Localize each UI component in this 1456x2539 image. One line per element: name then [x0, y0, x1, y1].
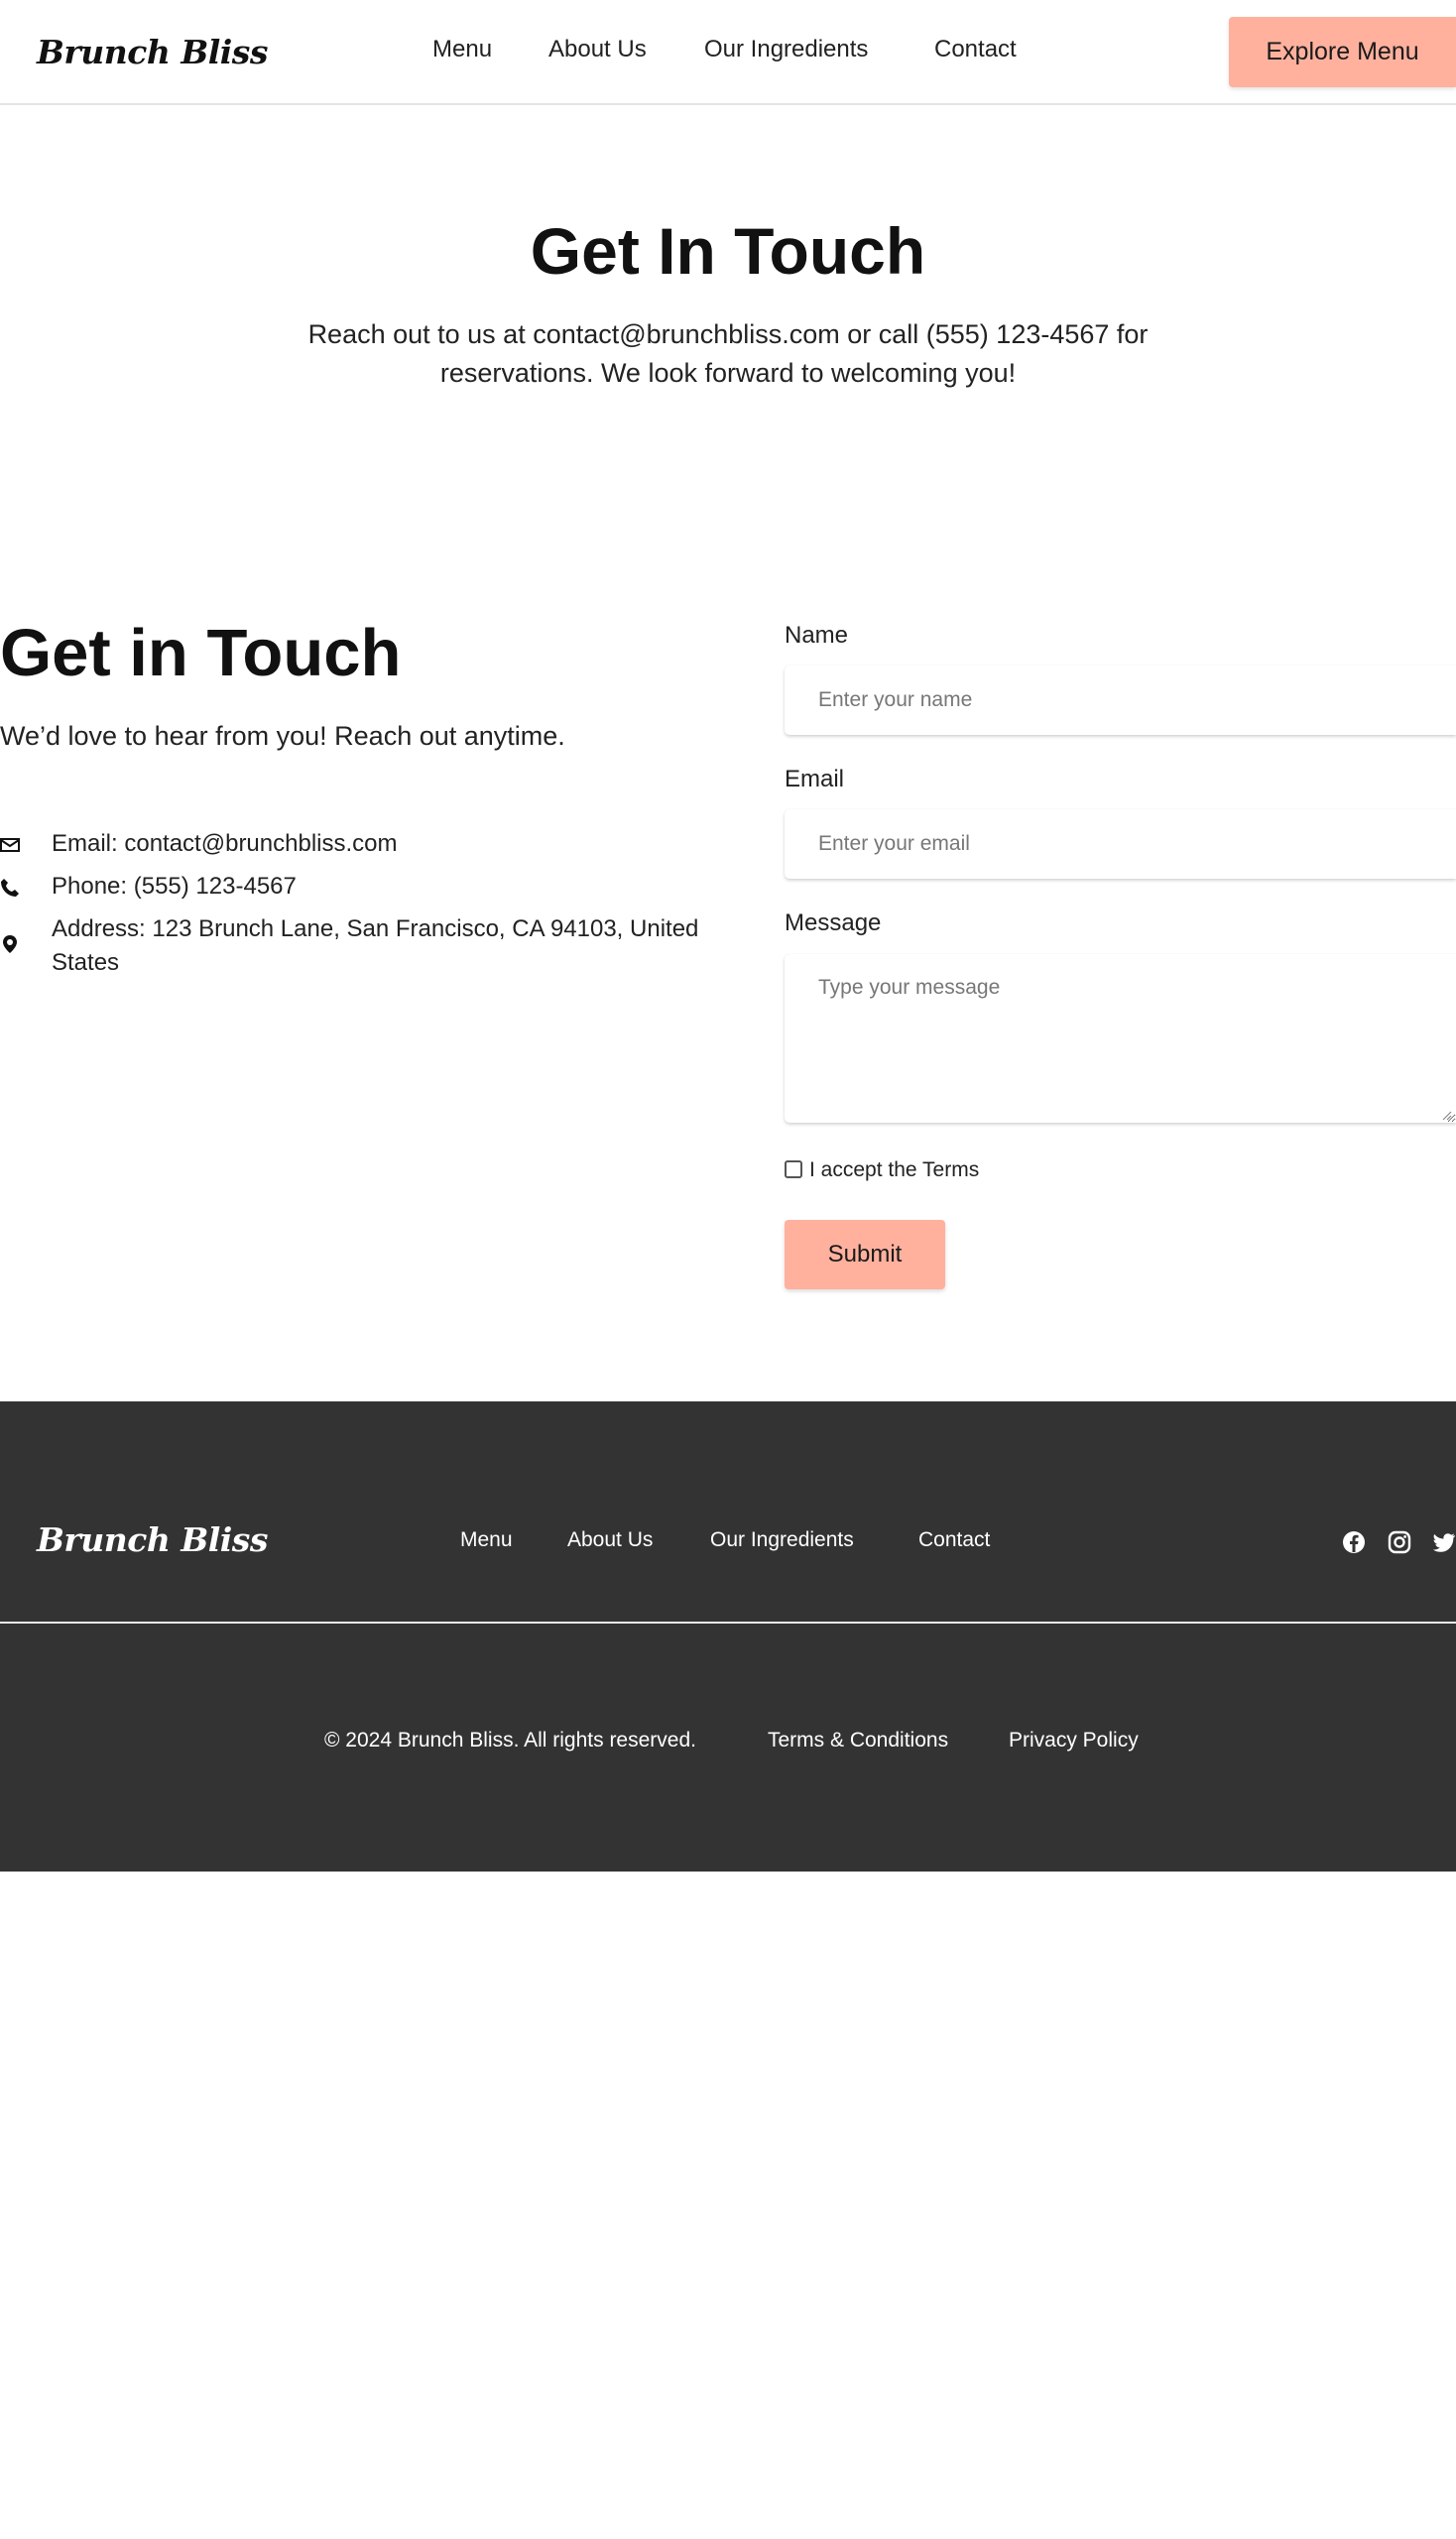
facebook-icon[interactable]	[1342, 1530, 1366, 1554]
footer-divider	[0, 1622, 1456, 1624]
nav-contact-link[interactable]: Contact	[934, 36, 1017, 63]
privacy-link[interactable]: Privacy Policy	[1009, 1729, 1139, 1753]
message-label: Message	[785, 909, 882, 936]
resize-grip-icon[interactable]	[1440, 1109, 1452, 1121]
hero-text: Reach out to us at contact@brunchbliss.c…	[307, 319, 1149, 388]
footer-about-link[interactable]: About Us	[567, 1528, 653, 1552]
footer-menu-link[interactable]: Menu	[460, 1528, 513, 1552]
email-input[interactable]	[785, 809, 1456, 879]
footer-contact-link[interactable]: Contact	[918, 1528, 990, 1552]
twitter-icon[interactable]	[1432, 1530, 1456, 1554]
map-pin-icon	[3, 935, 17, 953]
nav-ingredients-link[interactable]: Our Ingredients	[704, 36, 868, 63]
copyright-text: © 2024 Brunch Bliss. All rights reserved…	[324, 1729, 696, 1752]
instagram-icon[interactable]	[1388, 1530, 1411, 1554]
site-header: Brunch Bliss Menu About Us Our Ingredien…	[0, 0, 1456, 105]
contact-title: Get in Touch	[0, 616, 402, 690]
site-footer: Brunch Bliss Menu About Us Our Ingredien…	[0, 1401, 1456, 1872]
footer-ingredients-link[interactable]: Our Ingredients	[710, 1528, 854, 1552]
nav-menu-link[interactable]: Menu	[432, 36, 492, 63]
contact-address: Address: 123 Brunch Lane, San Francisco,…	[52, 915, 699, 976]
name-input[interactable]	[785, 665, 1456, 735]
explore-menu-button[interactable]: Explore Menu	[1229, 17, 1456, 87]
terms-checkbox[interactable]	[785, 1160, 802, 1178]
nav-about-link[interactable]: About Us	[548, 36, 647, 63]
contact-phone: Phone: (555) 123-4567	[52, 873, 297, 900]
contact-subtitle: We’d love to hear from you! Reach out an…	[0, 721, 565, 751]
contact-email: Email: contact@brunchbliss.com	[52, 830, 398, 857]
hero-title: Get In Touch	[530, 214, 926, 288]
submit-button[interactable]: Submit	[785, 1220, 945, 1289]
envelope-icon	[0, 838, 20, 852]
phone-icon	[1, 879, 19, 897]
terms-link[interactable]: Terms & Conditions	[768, 1729, 948, 1753]
name-label: Name	[785, 622, 849, 649]
footer-logo[interactable]: Brunch Bliss	[37, 1520, 268, 1559]
message-textarea[interactable]	[785, 954, 1456, 1123]
email-label: Email	[785, 766, 845, 792]
terms-label[interactable]: I accept the Terms	[809, 1158, 979, 1182]
